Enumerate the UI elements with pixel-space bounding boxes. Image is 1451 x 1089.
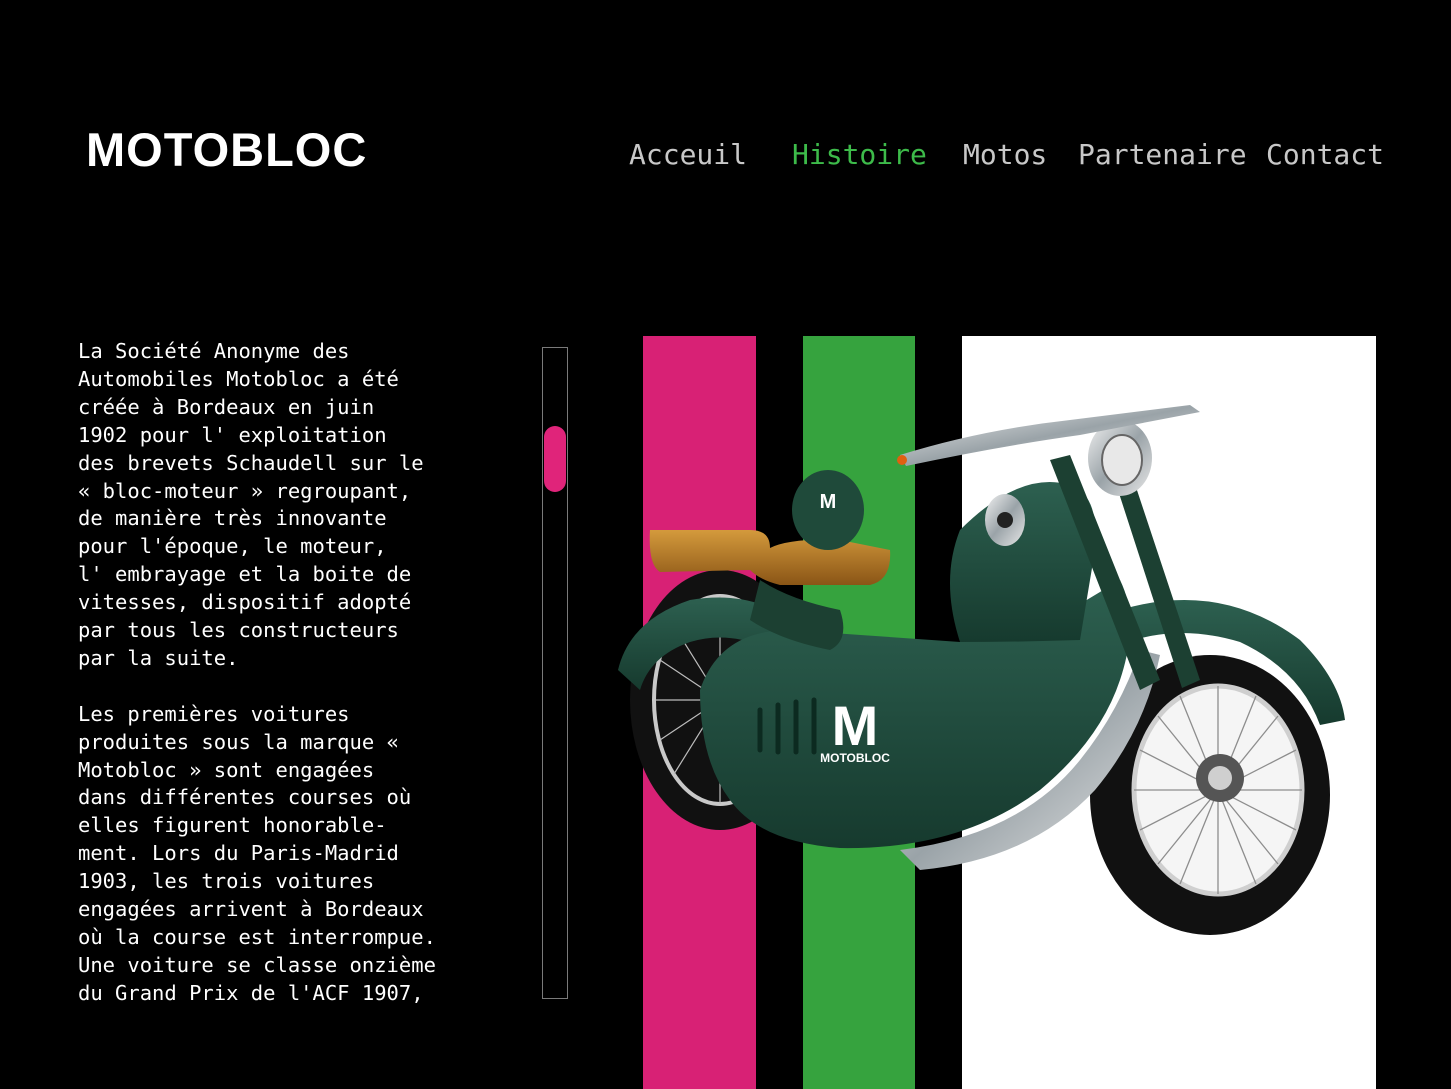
nav-histoire[interactable]: Histoire <box>792 133 927 177</box>
nav-acceuil[interactable]: Acceuil <box>629 133 747 177</box>
history-paragraph-1: La Société Anonyme des Automobiles Motob… <box>78 339 424 670</box>
history-text: La Société Anonyme des Automobiles Motob… <box>78 338 518 1036</box>
scrollbar-thumb[interactable] <box>544 426 566 492</box>
motorcycle-image: M MOTOBLOC M <box>618 405 1345 935</box>
nav-contact[interactable]: Contact <box>1266 133 1384 177</box>
site-logo[interactable]: MOTOBLOC <box>86 122 367 178</box>
svg-text:M: M <box>820 491 837 513</box>
nav-partenaire[interactable]: Partenaire <box>1078 133 1247 177</box>
history-paragraph-2: Les premières voitures produites sous la… <box>78 701 436 1005</box>
motorcycle-badge-letter: M <box>832 694 879 757</box>
main-nav: Acceuil Histoire Motos Partenaire Contac… <box>620 133 1390 177</box>
text-scrollbar[interactable] <box>542 347 568 999</box>
nav-motos[interactable]: Motos <box>963 133 1047 177</box>
motorcycle-badge-text: MOTOBLOC <box>820 751 890 765</box>
